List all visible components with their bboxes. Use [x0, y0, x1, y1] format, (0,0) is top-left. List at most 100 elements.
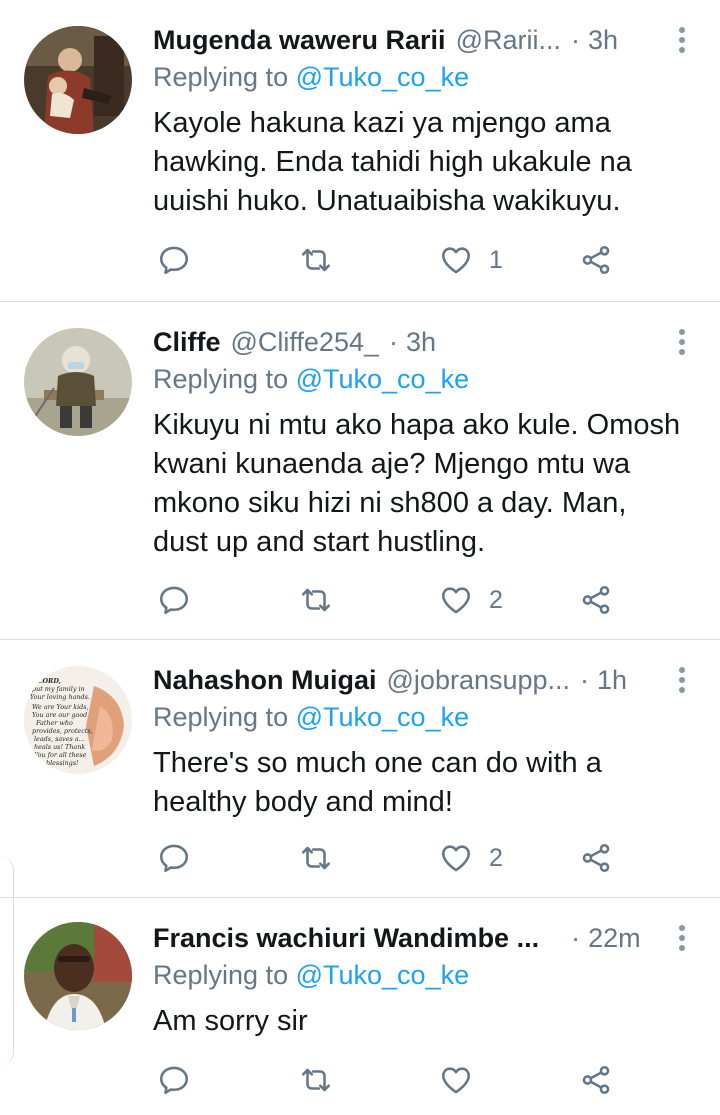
tweet-card[interactable]: Cliffe @Cliffe254_ · 3h Replying to @Tuk… [0, 302, 720, 640]
tweet-text-line: Kikuyu ni mtu ako hapa ako kule. Omosh [153, 409, 681, 441]
more-vertical-icon[interactable] [670, 922, 694, 954]
retweet-button[interactable] [299, 1060, 333, 1100]
display-name[interactable]: Nahashon Muigai [153, 665, 377, 696]
replying-prefix: Replying to [153, 364, 289, 394]
like-button[interactable]: 2 [439, 838, 503, 878]
action-bar: 2 [153, 580, 620, 620]
tweet-text: Kayole hakuna kazi ya mjengo ama hawking… [153, 104, 696, 221]
like-button[interactable] [439, 1060, 489, 1100]
tweet-text-line: hawking. Enda tahidi high ukakule na [153, 146, 632, 178]
more-vertical-icon[interactable] [670, 664, 694, 696]
heart-icon [441, 247, 471, 274]
share-button[interactable] [579, 838, 613, 878]
reply-icon [159, 1066, 189, 1095]
display-name[interactable]: Cliffe [153, 327, 221, 358]
tweet-header: Cliffe @Cliffe254_ · 3h [153, 324, 652, 360]
replying-prefix: Replying to [153, 62, 289, 92]
reply-icon [159, 586, 189, 615]
mention-link[interactable]: @Tuko_co_ke [296, 960, 470, 990]
avatar-caption: leads, saves a... [34, 735, 85, 743]
user-handle[interactable]: @jobransupp... [387, 665, 571, 696]
avatar-caption: Your loving hands. [30, 693, 90, 701]
reply-icon [159, 844, 189, 873]
avatar[interactable] [24, 922, 132, 1030]
tweet-card[interactable]: Francis wachiuri Wandimbe ... · 22m Repl… [0, 898, 720, 1115]
mention-link[interactable]: @Tuko_co_ke [296, 62, 470, 92]
avatar[interactable] [24, 328, 132, 436]
avatar-caption: LORD, [37, 677, 61, 685]
user-handle[interactable]: @Cliffe254_ [231, 327, 380, 358]
more-vertical-icon[interactable] [670, 326, 694, 358]
retweet-icon [301, 248, 331, 272]
tweet-text: There's so much one can do with a health… [153, 744, 696, 822]
tweet-text-line: kwani kunaenda aje? Mjengo mtu wa [153, 448, 631, 480]
retweet-button[interactable] [299, 838, 333, 878]
retweet-button[interactable] [299, 240, 333, 280]
timestamp[interactable]: 3h [588, 25, 618, 56]
mention-link[interactable]: @Tuko_co_ke [296, 702, 470, 732]
tweet-header: Francis wachiuri Wandimbe ... · 22m [153, 920, 652, 956]
tweet-text-line: There's so much one can do with a [153, 747, 602, 779]
tweet-text-line: Am sorry sir [153, 1005, 308, 1037]
display-name[interactable]: Francis wachiuri Wandimbe ... [153, 923, 539, 954]
action-bar: 2 [153, 838, 620, 878]
separator-dot: · [580, 664, 590, 695]
replying-prefix: Replying to [153, 702, 289, 732]
timestamp[interactable]: 22m [588, 923, 641, 954]
tweet-text-line: Kayole hakuna kazi ya mjengo ama [153, 107, 611, 139]
avatar-caption: put my family in [32, 685, 85, 693]
reply-icon [159, 246, 189, 275]
avatar-caption: blessings! [46, 759, 79, 767]
like-button[interactable]: 2 [439, 580, 503, 620]
like-button[interactable]: 1 [439, 240, 503, 280]
avatar-image: LORD, put my family in Your loving hands… [24, 666, 132, 774]
reply-button[interactable] [157, 838, 191, 878]
timestamp[interactable]: 1h [597, 665, 627, 696]
avatar-caption: Father who [35, 719, 73, 727]
replying-to: Replying to @Tuko_co_ke [153, 960, 469, 991]
share-button[interactable] [579, 1060, 613, 1100]
tweet-card[interactable]: LORD, put my family in Your loving hands… [0, 640, 720, 898]
tweet-text-line: mkono siku hizi ni sh800 a day. Man, [153, 487, 627, 519]
retweet-icon [301, 846, 331, 870]
edge-panel-handle[interactable] [0, 856, 14, 1066]
more-vertical-icon[interactable] [670, 24, 694, 56]
like-count: 1 [489, 245, 503, 274]
share-icon [582, 585, 610, 615]
replying-to: Replying to @Tuko_co_ke [153, 62, 469, 93]
reply-button[interactable] [157, 1060, 191, 1100]
avatar[interactable] [24, 26, 132, 134]
avatar-image [24, 922, 132, 1030]
user-handle[interactable]: @Rarii... [456, 25, 561, 56]
avatar-caption: You are our good [32, 711, 87, 719]
avatar-image [24, 26, 132, 134]
retweet-button[interactable] [299, 580, 333, 620]
action-bar [153, 1060, 620, 1100]
reply-button[interactable] [157, 580, 191, 620]
reply-feed: Mugenda waweru Rarii @Rarii... · 3h Repl… [0, 0, 720, 1115]
avatar-caption: You for all these [34, 751, 87, 759]
heart-icon [441, 1067, 471, 1094]
share-icon [582, 245, 610, 275]
share-button[interactable] [579, 240, 613, 280]
share-button[interactable] [579, 580, 613, 620]
like-count: 2 [489, 843, 503, 872]
separator-dot: · [389, 326, 398, 357]
action-bar: 1 [153, 240, 620, 280]
tweet-text-line: uuishi huko. Unatuaibisha wakikuyu. [153, 185, 621, 217]
share-icon [582, 1065, 610, 1095]
timestamp[interactable]: 3h [406, 327, 436, 358]
tweet-card[interactable]: Mugenda waweru Rarii @Rarii... · 3h Repl… [0, 0, 720, 302]
reply-button[interactable] [157, 240, 191, 280]
avatar[interactable]: LORD, put my family in Your loving hands… [24, 666, 132, 774]
tweet-text: Kikuyu ni mtu ako hapa ako kule. Omosh k… [153, 406, 696, 562]
heart-icon [441, 587, 471, 614]
tweet-header: Mugenda waweru Rarii @Rarii... · 3h [153, 22, 652, 58]
heart-icon [441, 845, 471, 872]
retweet-icon [301, 1068, 331, 1092]
display-name[interactable]: Mugenda waweru Rarii [153, 25, 446, 56]
separator-dot: · [570, 24, 580, 55]
tweet-text-line: healthy body and mind! [153, 786, 453, 818]
like-count: 2 [489, 585, 503, 614]
mention-link[interactable]: @Tuko_co_ke [296, 364, 470, 394]
